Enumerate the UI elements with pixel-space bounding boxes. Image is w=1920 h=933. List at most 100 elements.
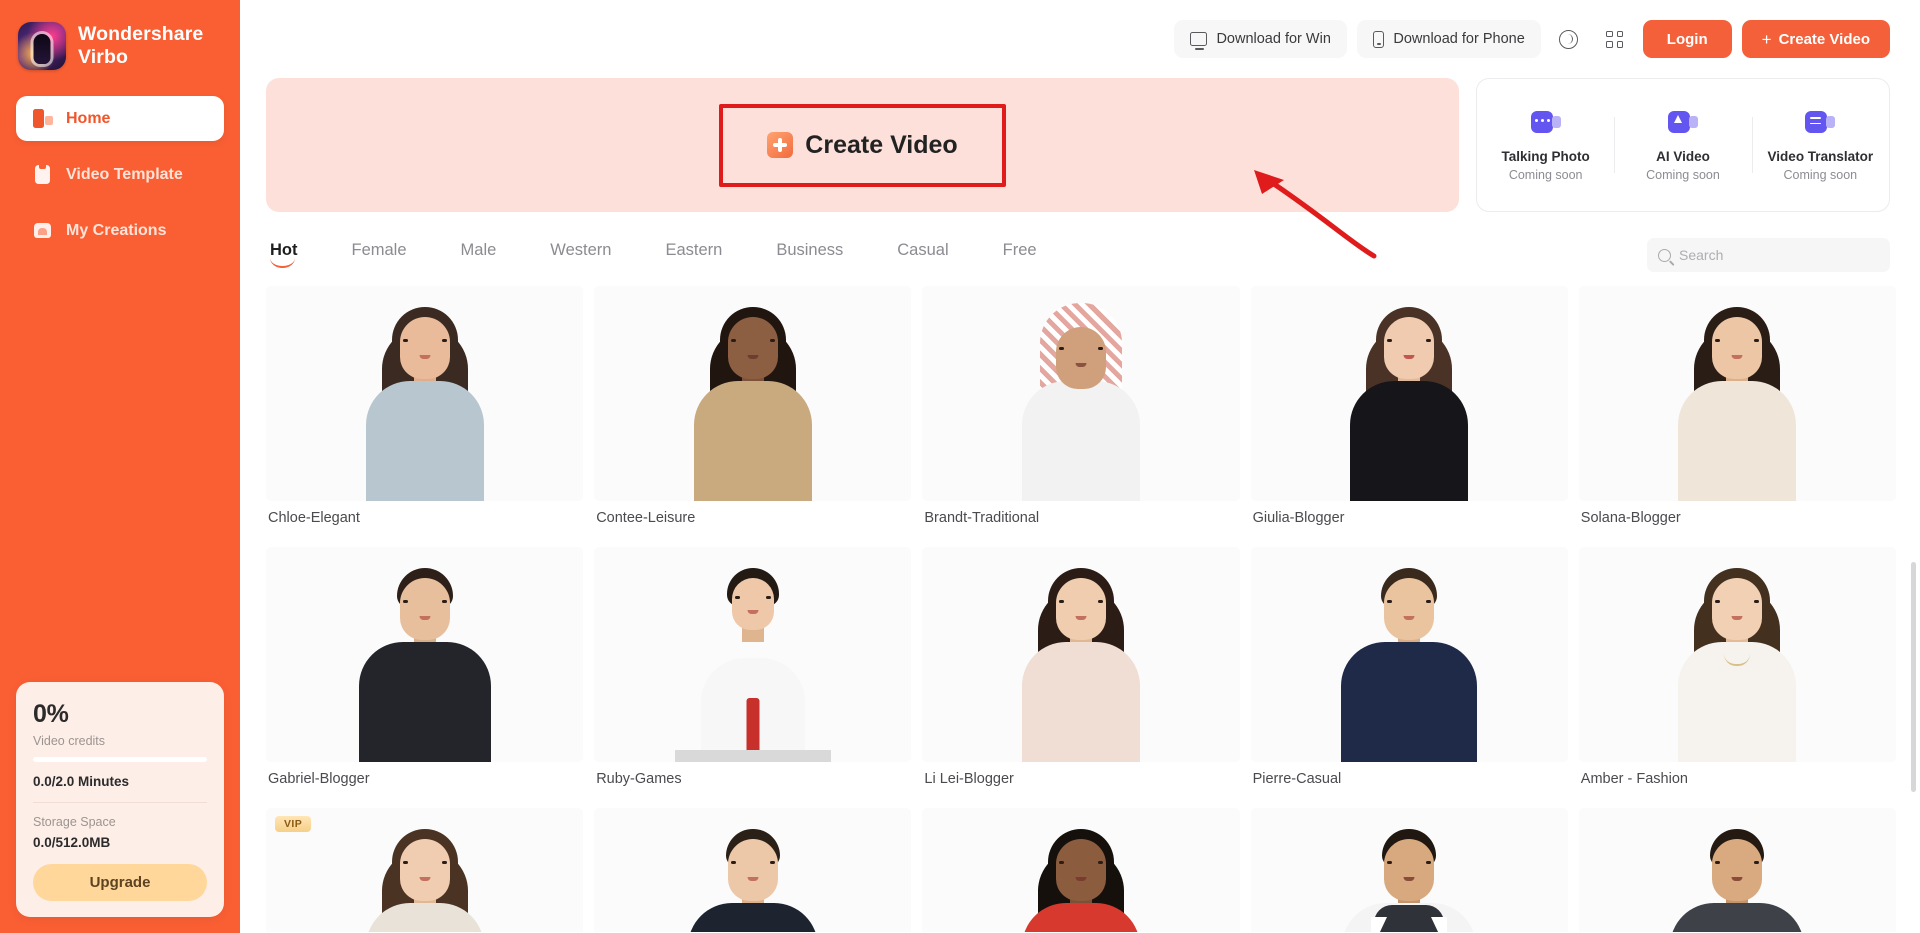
create-video-highlight-wrap: Create Video <box>719 103 1006 187</box>
avatar-card[interactable]: Amber - Fashion <box>1578 547 1896 803</box>
avatar-grid: Chloe-Elegant Contee-Leisure Brandt-Trad… <box>266 286 1896 932</box>
feature-card-video-translator[interactable]: Video Translator Coming soon <box>1752 108 1889 182</box>
phone-icon <box>1372 30 1385 48</box>
credits-label: Video credits <box>33 734 106 748</box>
avatar-card[interactable]: Giulia-Blogger <box>1250 286 1568 542</box>
avatar-card[interactable] <box>922 808 1240 932</box>
avatar-card[interactable]: Chloe-Elegant <box>266 286 584 542</box>
sidebar-item-my-creations-label: My Creations <box>66 221 167 239</box>
avatar-name: Li Lei-Blogger <box>924 771 1014 787</box>
avatar-thumbnail <box>922 808 1240 932</box>
help-button[interactable] <box>1551 21 1587 57</box>
tab-female[interactable]: Female <box>325 241 434 270</box>
avatar-name: Ruby-Games <box>596 771 682 787</box>
avatar-name: Gabriel-Blogger <box>268 771 370 787</box>
vertical-scrollbar[interactable] <box>1911 562 1916 792</box>
create-video-button-hero[interactable]: Create Video <box>741 120 983 171</box>
search-box[interactable] <box>1647 238 1890 272</box>
sidebar-item-home-label: Home <box>66 109 111 127</box>
search-input[interactable] <box>1679 247 1879 263</box>
avatar-thumbnail <box>594 808 912 932</box>
avatar-thumbnail <box>266 286 584 501</box>
brand-line-2: Virbo <box>78 46 128 68</box>
feature-panel: Talking Photo Coming soon AI Video Comin… <box>1476 78 1890 212</box>
sidebar-item-video-template-label: Video Template <box>66 165 183 183</box>
sidebar-item-my-creations[interactable]: My Creations <box>16 208 224 253</box>
tab-hot[interactable]: Hot <box>266 241 325 270</box>
storage-label: Storage Space <box>33 815 116 829</box>
avatar-card[interactable]: Gabriel-Blogger <box>266 547 584 803</box>
download-for-win-label: Download for Win <box>1216 31 1331 47</box>
tab-free[interactable]: Free <box>976 241 1064 270</box>
credits-minutes: 0.0/2.0 Minutes <box>33 774 130 789</box>
help-circle-icon <box>1559 29 1579 49</box>
monitor-icon <box>1190 32 1208 50</box>
avatar-card[interactable]: Solana-Blogger <box>1578 286 1896 542</box>
banner-row: Create Video Talking Photo Coming soon A… <box>240 78 1920 212</box>
avatar-card[interactable]: VIP <box>266 808 584 932</box>
avatar-name: Amber - Fashion <box>1580 771 1688 787</box>
avatar-card[interactable]: Contee-Leisure <box>594 286 912 542</box>
main-content: Download for Win Download for Phone Logi… <box>240 0 1920 933</box>
sidebar-item-home[interactable]: Home <box>16 96 224 141</box>
avatar-name: Contee-Leisure <box>596 510 696 526</box>
tab-eastern[interactable]: Eastern <box>638 241 749 270</box>
sidebar: Wondershare Virbo Home Video Template My… <box>0 0 240 933</box>
avatar-thumbnail <box>1578 808 1896 932</box>
avatar-card[interactable]: Li Lei-Blogger <box>922 547 1240 803</box>
avatar-thumbnail <box>922 547 1240 762</box>
feature-card-ai-video[interactable]: AI Video Coming soon <box>1614 108 1751 182</box>
vip-badge: VIP <box>275 816 312 832</box>
ai-video-icon <box>1667 108 1698 138</box>
download-for-phone-button[interactable]: Download for Phone <box>1356 20 1541 58</box>
avatar-card[interactable] <box>1250 808 1568 932</box>
tabs-row: Hot Female Male Western Eastern Business… <box>240 212 1920 272</box>
tab-casual[interactable]: Casual <box>870 241 975 270</box>
plus-icon: + <box>1761 29 1772 49</box>
feature-name-ai-video: AI Video <box>1656 149 1710 164</box>
feature-status-video-translator: Coming soon <box>1783 168 1858 182</box>
download-for-phone-label: Download for Phone <box>1393 31 1525 47</box>
avatar-thumbnail <box>1578 547 1896 762</box>
tab-western[interactable]: Western <box>523 241 638 270</box>
avatar-card[interactable]: Brandt-Traditional <box>922 286 1240 542</box>
tab-male[interactable]: Male <box>434 241 524 270</box>
brand-line-1: Wondershare <box>78 23 204 46</box>
grid-apps-icon <box>1606 30 1624 48</box>
avatar-card[interactable]: Ruby-Games <box>594 547 912 803</box>
avatar-name: Pierre-Casual <box>1252 771 1342 787</box>
login-button[interactable]: Login <box>1642 20 1732 58</box>
brand[interactable]: Wondershare Virbo <box>0 0 240 70</box>
storage-value: 0.0/512.0MB <box>33 835 111 850</box>
avatar-grid-wrap: Chloe-Elegant Contee-Leisure Brandt-Trad… <box>240 272 1920 932</box>
virbo-logo-icon <box>18 22 66 70</box>
create-video-button-topbar[interactable]: + Create Video <box>1741 20 1890 58</box>
avatar-thumbnail <box>594 286 912 501</box>
avatar-name: Chloe-Elegant <box>268 510 360 526</box>
apps-button[interactable] <box>1597 21 1633 57</box>
sidebar-nav: Home Video Template My Creations <box>0 96 240 253</box>
hero-banner: Create Video <box>266 78 1459 212</box>
tab-business[interactable]: Business <box>749 241 870 270</box>
credits-progress-bar <box>33 757 207 762</box>
avatar-thumbnail <box>922 286 1240 501</box>
home-icon <box>32 108 53 129</box>
avatar-card[interactable]: Pierre-Casual <box>1250 547 1568 803</box>
avatar-thumbnail <box>594 547 912 762</box>
avatar-thumbnail <box>266 547 584 762</box>
topbar: Download for Win Download for Phone Logi… <box>240 0 1920 78</box>
sidebar-item-video-template[interactable]: Video Template <box>16 152 224 197</box>
credits-percent: 0% <box>33 700 69 728</box>
create-video-hero-label: Create Video <box>805 130 958 159</box>
feature-card-talking-photo[interactable]: Talking Photo Coming soon <box>1477 108 1614 182</box>
avatar-card[interactable] <box>594 808 912 932</box>
upgrade-button[interactable]: Upgrade <box>33 864 207 901</box>
download-for-win-button[interactable]: Download for Win <box>1174 20 1347 58</box>
create-video-plus-icon <box>767 132 794 158</box>
feature-status-talking-photo: Coming soon <box>1508 168 1583 182</box>
create-video-topbar-label: Create Video <box>1778 30 1870 48</box>
avatar-card[interactable] <box>1578 808 1896 932</box>
feature-status-ai-video: Coming soon <box>1646 168 1720 182</box>
credits-card: 0% Video credits 0.0/2.0 Minutes Storage… <box>16 682 224 917</box>
creations-icon <box>32 220 53 241</box>
